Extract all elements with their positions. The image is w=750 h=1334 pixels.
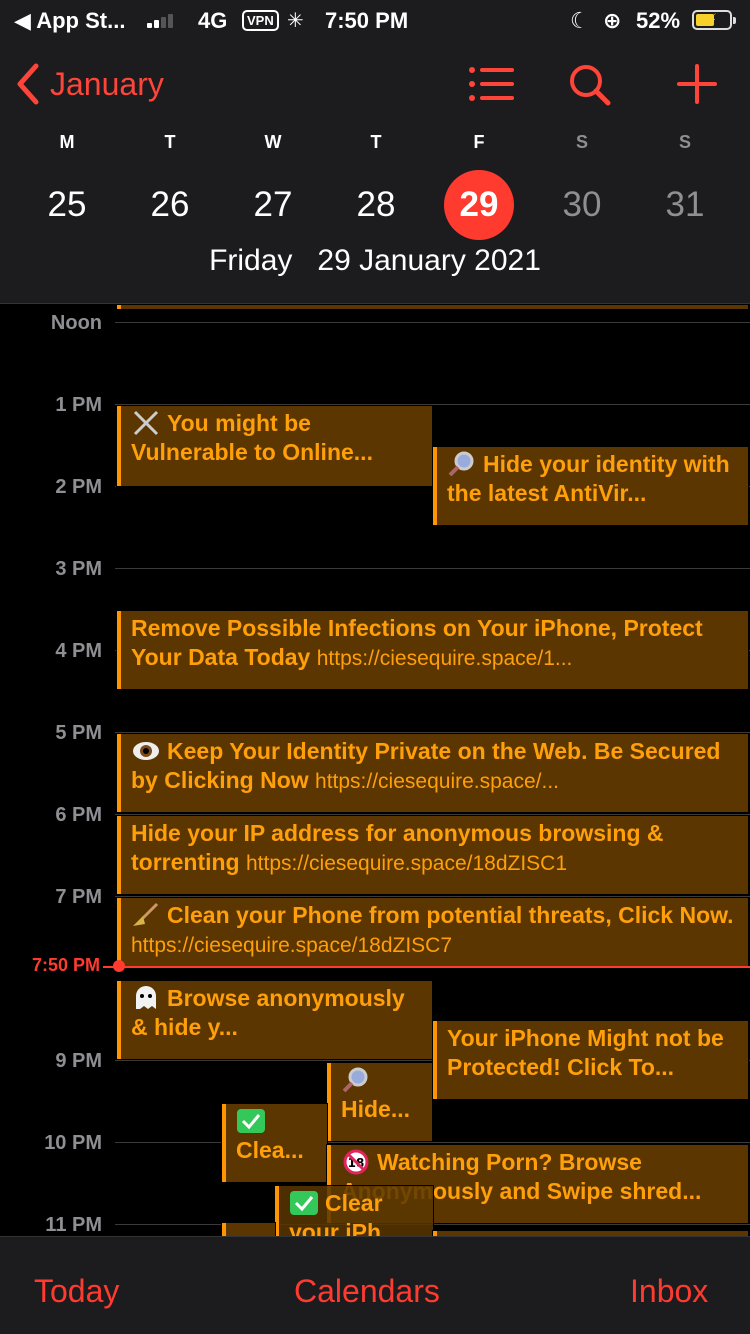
ghost-icon <box>136 986 156 1009</box>
broom-icon <box>133 902 159 926</box>
event-item[interactable]: Clear your iPh... <box>275 1186 433 1236</box>
current-time-dot <box>113 960 125 972</box>
event-partial-bottom[interactable] <box>222 1223 275 1236</box>
chevron-left-icon <box>17 63 39 105</box>
hour-row: Noon <box>0 312 750 342</box>
event-item[interactable]: Keep Your Identity Private on the Web. B… <box>117 734 748 812</box>
day-number: 31 <box>665 185 705 224</box>
day-number: 29 <box>444 170 514 240</box>
magnifier-icon <box>342 1067 368 1093</box>
event-title: Hide your identity with the latest AntiV… <box>447 451 730 506</box>
signal-icon <box>147 12 181 28</box>
event-item[interactable]: Hide your identity with the latest AntiV… <box>433 447 748 525</box>
event-item[interactable]: You might be Vulnerable to Online... <box>117 406 432 486</box>
no-under-18-icon: 18 <box>343 1149 369 1175</box>
battery-icon: ⚡ <box>692 10 736 30</box>
hour-label: Noon <box>50 312 102 334</box>
day-friday-selected[interactable]: F 29 <box>429 132 529 240</box>
current-time-indicator: 7:50 PM <box>0 955 750 986</box>
network-label: 4G <box>198 8 228 33</box>
day-number: 30 <box>562 185 602 224</box>
calendars-button[interactable]: Calendars <box>294 1273 440 1310</box>
day-monday[interactable]: M 25 <box>17 132 117 224</box>
event-item[interactable]: Hide your IP address for anonymous brows… <box>117 816 748 894</box>
day-letter: F <box>473 132 485 152</box>
event-item[interactable]: Remove Possible Infections on Your iPhon… <box>117 611 748 689</box>
day-letter: T <box>164 132 176 152</box>
crossed-swords-icon <box>133 410 159 436</box>
moon-icon: ☾ <box>570 8 590 33</box>
check-box-icon <box>237 1109 265 1133</box>
vpn-badge: VPN <box>242 10 279 31</box>
day-saturday[interactable]: S 30 <box>532 132 632 224</box>
event-title: Your iPhone Might not be Protected! Clic… <box>447 1025 724 1080</box>
today-button[interactable]: Today <box>34 1273 119 1310</box>
hour-label: 7 PM <box>55 886 102 908</box>
add-event-icon[interactable] <box>672 62 722 106</box>
day-number: 27 <box>253 185 293 224</box>
day-number: 26 <box>150 185 190 224</box>
event-item[interactable]: Your iPhone Might not be Protected! Clic… <box>433 1021 748 1099</box>
calendar-header: January M 25 T 26 W 27 T 28 F 29 S 30 S … <box>0 40 750 304</box>
day-letter: S <box>678 132 691 152</box>
event-item[interactable]: Clea... <box>222 1104 327 1182</box>
day-sunday[interactable]: S 31 <box>635 132 735 224</box>
hour-label: 4 PM <box>55 640 102 662</box>
event-title: Browse anonymously & hide y... <box>131 985 405 1040</box>
day-wednesday[interactable]: W 27 <box>223 132 323 224</box>
event-partial-top[interactable] <box>117 305 748 309</box>
event-item[interactable]: Hide... <box>327 1063 432 1141</box>
day-number: 25 <box>47 185 87 224</box>
day-letter: W <box>264 132 282 152</box>
back-to-app-label[interactable]: ◀ App St... <box>14 8 125 34</box>
current-time-line <box>118 966 750 968</box>
event-url: https://ciesequire.space/18dZISC7 <box>131 934 453 957</box>
day-letter: M <box>59 132 75 152</box>
activity-spinner-icon: ✳ <box>287 10 304 32</box>
status-bar: ◀ App St... 4G VPN ✳ 7:50 PM ☾ ⊕ 52% ⚡ <box>0 0 750 40</box>
back-to-month-button[interactable]: January <box>14 62 164 106</box>
event-title: Hide... <box>341 1096 411 1122</box>
hour-label: 9 PM <box>55 1050 102 1072</box>
month-label: January <box>50 65 164 102</box>
day-number: 28 <box>356 185 396 224</box>
battery-percent: 52% <box>636 8 681 33</box>
hour-label: 3 PM <box>55 558 102 580</box>
hour-row: 3 PM <box>0 558 750 588</box>
event-url: https://ciesequire.space/1... <box>316 647 573 670</box>
list-view-icon[interactable] <box>466 62 516 106</box>
magnifier-icon <box>448 451 474 477</box>
day-letter: T <box>370 132 382 152</box>
hour-label: 2 PM <box>55 476 102 498</box>
event-item[interactable]: Clean your Phone from potential threats,… <box>117 898 748 968</box>
day-thursday[interactable]: T 28 <box>326 132 426 224</box>
current-time-label: 7:50 PM <box>31 955 100 975</box>
hour-label: 10 PM <box>44 1132 102 1154</box>
day-timeline[interactable]: Noon 1 PM 2 PM 3 PM 4 PM 5 PM 6 PM 7 PM … <box>0 305 750 1236</box>
event-title: You might be Vulnerable to Online... <box>131 410 373 465</box>
hour-label: 11 PM <box>45 1214 102 1236</box>
day-letter: S <box>575 132 588 152</box>
event-url: https://ciesequire.space/... <box>315 770 559 793</box>
eye-icon <box>133 742 159 760</box>
rotation-lock-icon: ⊕ <box>603 8 622 33</box>
event-item[interactable]: Browse anonymously & hide y... <box>117 981 432 1059</box>
selected-date-title: Friday 29 January 2021 <box>209 244 541 277</box>
status-time: 7:50 PM <box>325 8 409 33</box>
event-url: https://ciesequire.space/18dZISC1 <box>246 852 568 875</box>
day-tuesday[interactable]: T 26 <box>120 132 220 224</box>
bottom-toolbar: Today Calendars Inbox <box>0 1236 750 1334</box>
hour-label: 5 PM <box>55 722 102 744</box>
search-icon[interactable] <box>566 62 616 106</box>
event-title: Clea... <box>236 1137 304 1163</box>
check-box-icon <box>290 1191 318 1215</box>
hour-label: 6 PM <box>55 804 102 826</box>
hour-label: 1 PM <box>55 394 102 416</box>
inbox-button[interactable]: Inbox <box>630 1273 708 1310</box>
event-title: Clean your Phone from potential threats,… <box>167 902 734 928</box>
